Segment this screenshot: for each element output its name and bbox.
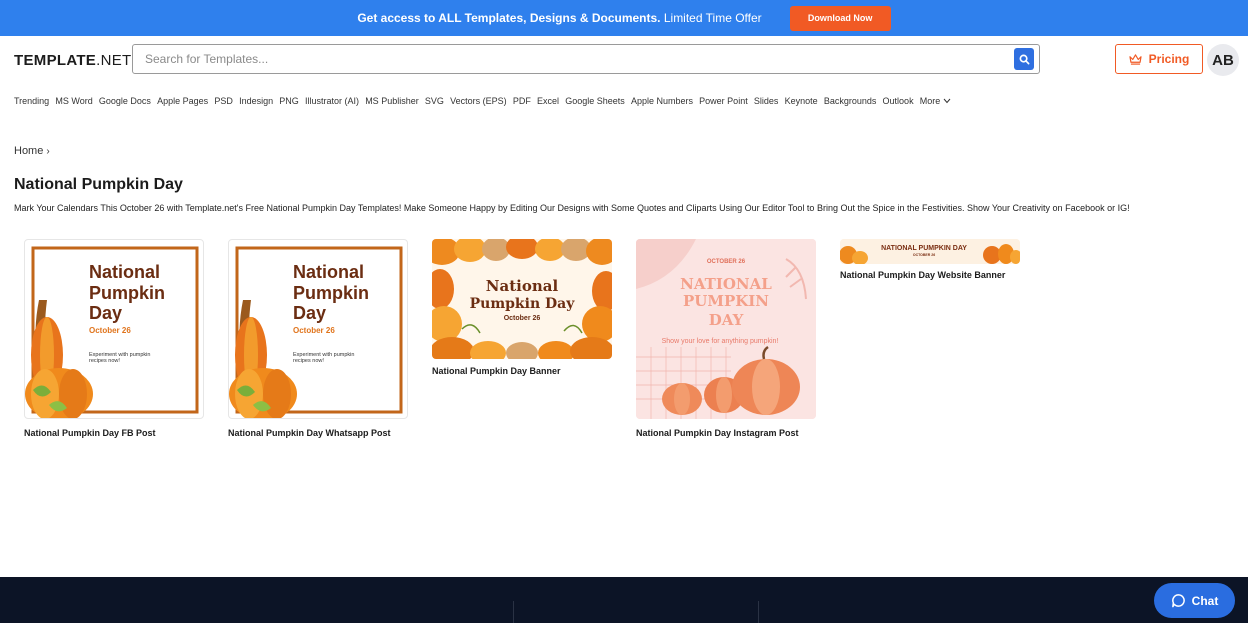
template-thumbnail-fb-post[interactable]: National Pumpkin Day October 26 Experime… xyxy=(24,239,204,419)
fb-post-date: October 26 xyxy=(89,326,131,335)
website-banner-date: OCTOBER 26 xyxy=(913,253,935,257)
promo-text: Get access to ALL Templates, Designs & D… xyxy=(357,11,761,25)
breadcrumb-separator: › xyxy=(46,146,50,157)
avatar[interactable]: AB xyxy=(1207,44,1239,76)
promo-bar: Get access to ALL Templates, Designs & D… xyxy=(0,0,1248,36)
chat-bubble-icon xyxy=(1171,594,1185,608)
nav-item-indesign[interactable]: Indesign xyxy=(239,96,273,106)
promo-bold-text: Get access to ALL Templates, Designs & D… xyxy=(357,11,661,25)
footer-divider xyxy=(513,601,514,623)
nav-item-ms-publisher[interactable]: MS Publisher xyxy=(365,96,419,106)
nav-item-keynote[interactable]: Keynote xyxy=(785,96,818,106)
fb-post-title-line1: National xyxy=(89,262,160,282)
template-title-instagram-post[interactable]: National Pumpkin Day Instagram Post xyxy=(636,428,799,438)
pricing-label: Pricing xyxy=(1148,52,1190,66)
whatsapp-post-date: October 26 xyxy=(293,326,335,335)
download-now-button[interactable]: Download Now xyxy=(789,5,891,31)
nav-item-illustrator[interactable]: Illustrator (AI) xyxy=(305,96,359,106)
template-thumbnail-banner[interactable]: National Pumpkin Day October 26 xyxy=(432,239,612,359)
chat-label: Chat xyxy=(1191,593,1219,608)
nav-item-google-sheets[interactable]: Google Sheets xyxy=(565,96,625,106)
nav-item-ms-word[interactable]: MS Word xyxy=(55,96,92,106)
nav-more-button[interactable]: More xyxy=(920,96,952,106)
template-thumbnail-website-banner[interactable]: NATIONAL PUMPKIN DAY OCTOBER 26 xyxy=(840,239,1020,264)
chevron-down-icon xyxy=(943,98,951,104)
instagram-post-title-line2: PUMPKIN xyxy=(683,292,769,310)
nav-item-apple-numbers[interactable]: Apple Numbers xyxy=(631,96,693,106)
nav-item-trending[interactable]: Trending xyxy=(14,96,49,106)
instagram-post-date: OCTOBER 26 xyxy=(707,259,746,265)
nav-item-backgrounds[interactable]: Backgrounds xyxy=(824,96,877,106)
nav-item-slides[interactable]: Slides xyxy=(754,96,779,106)
website-banner-title: NATIONAL PUMPKIN DAY xyxy=(881,245,967,252)
banner-date: October 26 xyxy=(504,315,541,322)
website-banner-artwork: NATIONAL PUMPKIN DAY OCTOBER 26 xyxy=(840,239,1020,264)
nav-item-outlook[interactable]: Outlook xyxy=(883,96,914,106)
fb-post-title-line2: Pumpkin xyxy=(89,283,165,303)
category-nav: Trending MS Word Google Docs Apple Pages… xyxy=(14,96,951,106)
chat-button[interactable]: Chat xyxy=(1154,583,1235,618)
fb-post-note-line2: recipes now! xyxy=(89,358,120,364)
instagram-post-note: Show your love for anything pumpkin! xyxy=(662,338,779,345)
whatsapp-post-title-line2: Pumpkin xyxy=(293,283,369,303)
template-thumbnail-whatsapp-post[interactable]: National Pumpkin Day October 26 Experime… xyxy=(228,239,408,419)
template-card-instagram-post[interactable]: OCTOBER 26 NATIONAL PUMPKIN DAY Show you… xyxy=(636,239,816,419)
logo-bold: TEMPLATE xyxy=(14,52,97,69)
page-title: National Pumpkin Day xyxy=(14,176,183,193)
fb-post-title-line3: Day xyxy=(89,303,122,323)
whatsapp-post-title-line1: National xyxy=(293,262,364,282)
nav-item-apple-pages[interactable]: Apple Pages xyxy=(157,96,208,106)
banner-title-line2: Pumpkin Day xyxy=(470,296,576,312)
template-card-banner[interactable]: National Pumpkin Day October 26 xyxy=(432,239,612,359)
nav-item-png[interactable]: PNG xyxy=(279,96,299,106)
breadcrumb-home[interactable]: Home xyxy=(14,145,43,157)
site-footer xyxy=(0,577,1248,623)
breadcrumb: Home › xyxy=(14,145,50,157)
search-icon xyxy=(1019,54,1029,64)
template-title-fb-post[interactable]: National Pumpkin Day FB Post xyxy=(24,428,156,438)
whatsapp-post-note-line2: recipes now! xyxy=(293,358,324,364)
template-title-banner[interactable]: National Pumpkin Day Banner xyxy=(432,366,561,376)
search-bar xyxy=(132,44,1040,74)
footer-divider xyxy=(758,601,759,623)
whatsapp-post-artwork: National Pumpkin Day October 26 Experime… xyxy=(229,246,403,418)
crown-icon xyxy=(1129,53,1142,65)
search-input[interactable] xyxy=(145,52,995,66)
logo-light: .NET xyxy=(96,52,132,69)
template-title-whatsapp-post[interactable]: National Pumpkin Day Whatsapp Post xyxy=(228,428,391,438)
banner-artwork: National Pumpkin Day October 26 xyxy=(432,239,612,359)
template-card-whatsapp-post[interactable]: National Pumpkin Day October 26 Experime… xyxy=(228,239,408,419)
whatsapp-post-title-line3: Day xyxy=(293,303,326,323)
nav-item-google-docs[interactable]: Google Docs xyxy=(99,96,151,106)
search-button[interactable] xyxy=(1014,48,1034,70)
banner-title-line1: National xyxy=(486,277,559,295)
promo-offer-text: Limited Time Offer xyxy=(660,11,762,25)
instagram-post-title-line3: DAY xyxy=(709,311,744,329)
nav-more-label: More xyxy=(919,96,941,106)
instagram-post-title-line1: NATIONAL xyxy=(680,275,772,293)
pricing-button[interactable]: Pricing xyxy=(1115,44,1203,74)
nav-item-svg[interactable]: SVG xyxy=(425,96,444,106)
fb-post-artwork: National Pumpkin Day October 26 Experime… xyxy=(25,246,199,418)
nav-item-pdf[interactable]: PDF xyxy=(513,96,531,106)
nav-item-psd[interactable]: PSD xyxy=(214,96,233,106)
nav-item-vectors[interactable]: Vectors (EPS) xyxy=(450,96,507,106)
instagram-post-artwork: OCTOBER 26 NATIONAL PUMPKIN DAY Show you… xyxy=(636,239,816,419)
template-card-fb-post[interactable]: National Pumpkin Day October 26 Experime… xyxy=(24,239,204,419)
site-logo[interactable]: TEMPLATE.NET xyxy=(14,52,132,69)
template-thumbnail-instagram-post[interactable]: OCTOBER 26 NATIONAL PUMPKIN DAY Show you… xyxy=(636,239,816,419)
template-card-website-banner[interactable]: NATIONAL PUMPKIN DAY OCTOBER 26 xyxy=(840,239,1020,264)
nav-item-power-point[interactable]: Power Point xyxy=(699,96,748,106)
template-title-website-banner[interactable]: National Pumpkin Day Website Banner xyxy=(840,270,1005,280)
page-description: Mark Your Calendars This October 26 with… xyxy=(14,203,1130,213)
nav-item-excel[interactable]: Excel xyxy=(537,96,559,106)
